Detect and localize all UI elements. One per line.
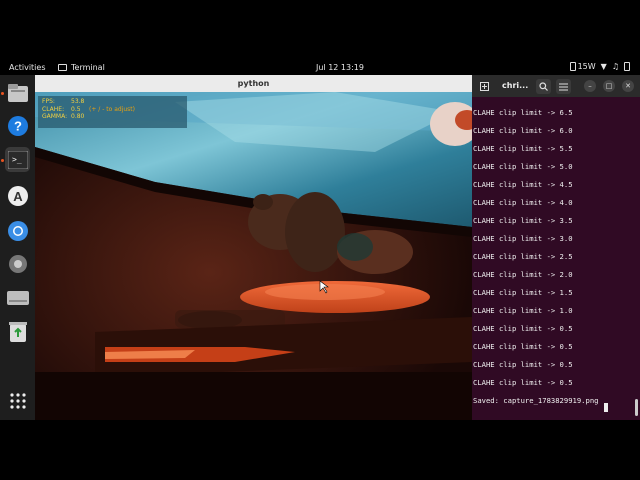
terminal-app-icon (58, 64, 67, 71)
wifi-icon: ▼ (600, 62, 607, 71)
help-icon[interactable]: ? (5, 113, 30, 138)
dock: ? >_ A (0, 75, 35, 420)
camera-feed (35, 92, 472, 420)
stats-overlay: FPS: 53.8 CLAHE: 0.5 (+ / - to adjust) G… (38, 96, 187, 128)
python-window[interactable]: python FPS: 53.8 CLAHE: 0.5 (+ / - to ad… (35, 75, 472, 420)
maximize-icon: □ (605, 82, 613, 90)
files-running-dot (1, 92, 4, 95)
terminal-line: CLAHE clip limit -> 0.5 (473, 378, 573, 387)
power-indicator-icon: 15W (569, 62, 596, 71)
terminal-line: CLAHE clip limit -> 1.0 (473, 306, 573, 315)
new-tab-button[interactable] (477, 79, 492, 94)
fps-row: FPS: 53.8 (42, 98, 183, 106)
svg-text:A: A (13, 189, 23, 204)
close-button[interactable]: ✕ (622, 80, 634, 92)
app-menu[interactable]: Terminal (58, 63, 105, 72)
terminal-line: CLAHE clip limit -> 5.0 (473, 162, 573, 171)
clahe-value: 0.5 (71, 105, 81, 113)
terminal-line: CLAHE clip limit -> 0.5 (473, 342, 573, 351)
terminal-line: CLAHE clip limit -> 4.5 (473, 180, 573, 189)
minimize-icon: – (588, 82, 592, 90)
clahe-hint: (+ / - to adjust) (89, 105, 135, 113)
terminal-line: CLAHE clip limit -> 6.0 (473, 126, 573, 135)
terminal-line: CLAHE clip limit -> 3.0 (473, 234, 573, 243)
terminal-output[interactable]: CLAHE clip limit -> 6.5 CLAHE clip limit… (473, 104, 631, 410)
terminal-icon[interactable]: >_ (5, 147, 30, 172)
clock[interactable]: Jul 12 13:19 (316, 63, 364, 72)
terminal-line: CLAHE clip limit -> 0.5 (473, 324, 573, 333)
python-window-title[interactable]: python (35, 75, 472, 92)
volume-icon: ♫ (611, 62, 619, 71)
terminal-line: CLAHE clip limit -> 4.0 (473, 198, 573, 207)
power-value: 15W (577, 62, 596, 71)
gamma-value: 0.80 (71, 113, 85, 120)
app-menu-label: Terminal (71, 63, 105, 72)
terminal-line: CLAHE clip limit -> 0.5 (473, 360, 573, 369)
gamma-row: GAMMA: 0.80 (42, 113, 183, 121)
terminal-running-dot (1, 159, 4, 162)
clahe-row: CLAHE: 0.5 (+ / - to adjust) (42, 106, 183, 114)
top-bar: Activities Terminal Jul 12 13:19 15W ▼ ♫ (0, 60, 640, 75)
hamburger-icon (559, 83, 568, 90)
fps-label: FPS: (42, 98, 55, 105)
menu-button[interactable] (556, 79, 571, 94)
fps-value: 53.8 (71, 98, 85, 105)
new-tab-icon (480, 82, 489, 91)
terminal-header: chri... – □ ✕ (472, 75, 640, 97)
files-icon[interactable] (5, 80, 30, 105)
terminal-line: CLAHE clip limit -> 1.5 (473, 288, 573, 297)
trash-icon[interactable] (5, 319, 30, 344)
terminal-line: CLAHE clip limit -> 2.5 (473, 252, 573, 261)
drive-icon[interactable] (5, 285, 30, 310)
search-icon (539, 82, 548, 91)
minimize-button[interactable]: – (584, 80, 596, 92)
terminal-line: CLAHE clip limit -> 2.0 (473, 270, 573, 279)
terminal-title: chri... (502, 81, 529, 90)
app-center-icon[interactable]: A (5, 183, 30, 208)
terminal-line: CLAHE clip limit -> 6.5 (473, 108, 573, 117)
terminal-line: CLAHE clip limit -> 5.5 (473, 144, 573, 153)
gamma-label: GAMMA: (42, 113, 68, 120)
battery-status-icon (624, 62, 630, 71)
svg-text:>_: >_ (12, 155, 22, 164)
maximize-button[interactable]: □ (603, 80, 615, 92)
settings-icon[interactable] (5, 251, 30, 276)
close-icon: ✕ (625, 82, 631, 90)
system-tray[interactable]: 15W ▼ ♫ (569, 62, 630, 71)
terminal-scrollbar[interactable] (635, 399, 638, 416)
chromium-icon[interactable] (5, 218, 30, 243)
terminal-cursor (604, 403, 608, 412)
app-grid-icon[interactable] (5, 388, 30, 413)
terminal-window[interactable]: chri... – □ ✕ CLAHE clip limit -> 6.5 CL… (472, 75, 640, 420)
terminal-line: CLAHE clip limit -> 3.5 (473, 216, 573, 225)
svg-text:?: ? (14, 118, 22, 133)
activities-button[interactable]: Activities (9, 63, 46, 72)
clahe-label: CLAHE: (42, 105, 65, 113)
search-button[interactable] (536, 79, 551, 94)
battery-icon (569, 62, 576, 71)
